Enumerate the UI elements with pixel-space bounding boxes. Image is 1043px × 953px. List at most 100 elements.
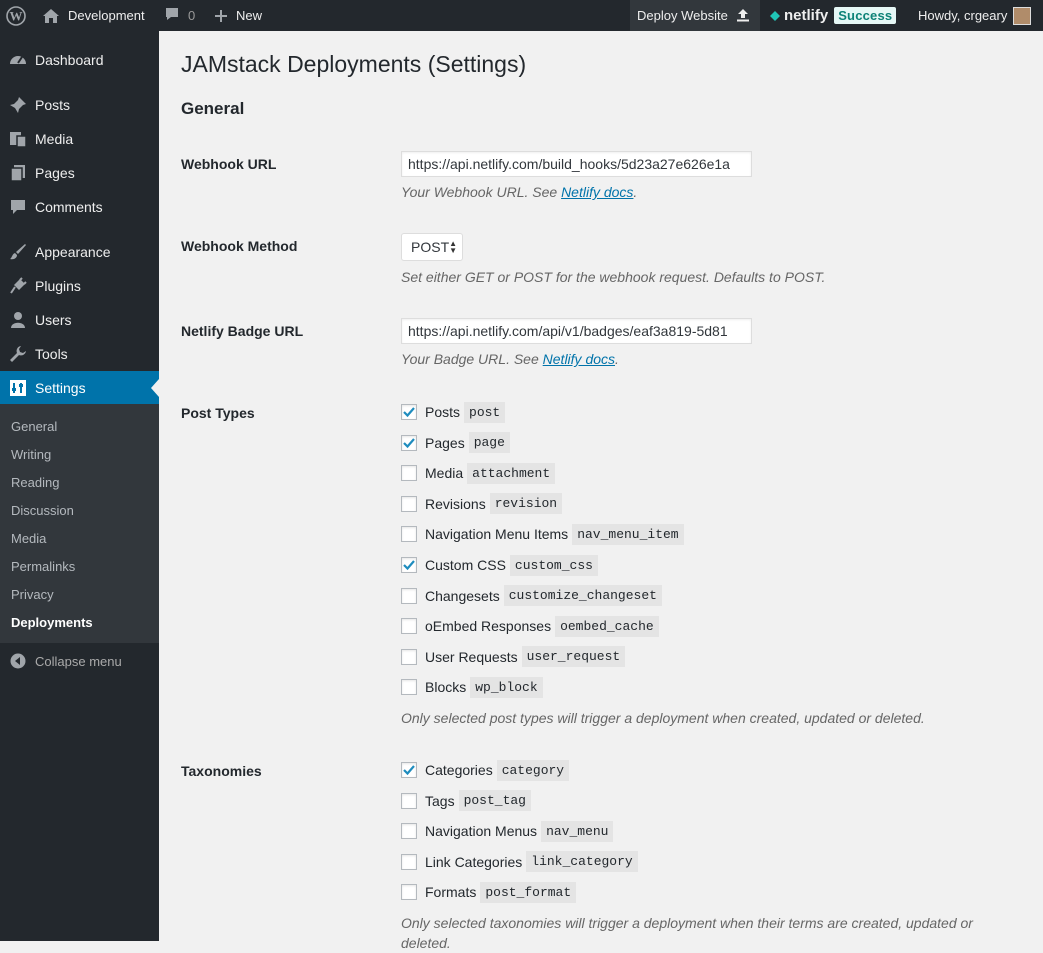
pin-icon [0,96,35,114]
post-type-slug: nav_menu_item [572,523,684,545]
netlify-docs-link[interactable]: Netlify docs [561,184,633,200]
webhook-method-select[interactable]: POST ▲ ▼ [401,233,463,261]
post-type-label: Navigation Menu Items [425,526,569,543]
badge-url-input[interactable]: https://api.netlify.com/api/v1/badges/ea… [401,318,752,344]
sidebar-item-label: Settings [35,380,86,396]
post-type-checkbox-row[interactable]: Custom CSS custom_css [401,554,598,576]
dashboard-icon [0,51,35,69]
sidebar-item-appearance[interactable]: Appearance [0,235,159,269]
sidebar-item-label: Dashboard [35,52,104,68]
sidebar-item-media[interactable]: Media [0,122,159,156]
sidebar-item-plugins[interactable]: Plugins [0,269,159,303]
post-type-checkbox[interactable] [401,648,417,665]
site-name-link[interactable]: Development [42,0,145,31]
taxonomy-slug: post_tag [458,790,531,812]
sidebar-item-label: Plugins [35,278,81,294]
sidebar-item-pages[interactable]: Pages [0,156,159,190]
webhook-method-label: Webhook Method [181,238,298,254]
post-type-slug: user_request [521,646,626,668]
user-account-menu[interactable]: Howdy, crgeary [918,0,1032,31]
submenu-item-privacy[interactable]: Privacy [11,587,54,602]
new-content-link[interactable]: New [214,0,262,31]
collapse-menu-button[interactable]: Collapse menu [0,651,122,671]
settings-submenu: General Writing Reading Discussion Media… [0,404,159,643]
taxonomy-checkbox-row[interactable]: Tags post_tag [401,790,531,812]
taxonomy-label: Tags [425,792,455,809]
checkmark-icon [403,407,415,418]
post-type-slug: customize_changeset [503,585,662,607]
post-type-checkbox-row[interactable]: User Requests user_request [401,646,626,668]
sidebar-item-comments[interactable]: Comments [0,190,159,224]
post-type-label: Posts [425,404,461,420]
webhook-url-desc-text: Your Webhook URL. See [401,184,562,200]
post-type-slug: page [468,432,510,454]
post-type-checkbox[interactable] [401,587,417,604]
collapse-arrow-icon [0,653,35,669]
post-type-slug: wp_block [470,676,543,698]
netlify-status[interactable]: netlify Success [770,0,897,31]
taxonomy-checkbox-row[interactable]: Navigation Menus nav_menu [401,820,614,842]
post-type-checkbox[interactable] [401,404,417,420]
post-type-slug: revision [489,493,563,515]
taxonomy-checkbox-row[interactable]: Categories category [401,759,570,781]
post-type-checkbox[interactable] [401,495,417,512]
wordpress-logo-icon[interactable]: W [0,0,32,31]
post-type-checkbox-row[interactable]: Posts post [401,401,506,423]
upload-icon [736,9,749,22]
deploy-website-button[interactable]: Deploy Website [630,0,760,31]
post-type-label: Revisions [425,495,486,512]
taxonomy-checkbox[interactable] [401,792,417,809]
taxonomy-slug: link_category [526,851,638,873]
sidebar-item-dashboard[interactable]: Dashboard [0,43,159,77]
taxonomy-checkbox-row[interactable]: Formats post_format [401,881,577,903]
submenu-item-media[interactable]: Media [11,531,46,546]
sidebar-item-users[interactable]: Users [0,303,159,337]
taxonomy-checkbox-row[interactable]: Link Categories link_category [401,851,638,873]
post-type-checkbox-row[interactable]: Pages page [401,432,510,454]
post-type-checkbox-row[interactable]: oEmbed Responses oembed_cache [401,615,659,637]
post-type-label: User Requests [425,648,518,665]
submenu-item-reading[interactable]: Reading [11,475,59,490]
post-type-checkbox[interactable] [401,679,417,696]
comments-link[interactable]: 0 [164,0,195,31]
post-type-checkbox[interactable] [401,618,417,635]
taxonomy-checkbox[interactable] [401,853,417,870]
post-type-checkbox-row[interactable]: Media attachment [401,462,556,484]
brush-icon [0,243,35,261]
comment-bubble-icon [164,6,180,25]
submenu-item-writing[interactable]: Writing [11,447,51,462]
taxonomy-checkbox[interactable] [401,823,417,840]
post-type-checkbox-row[interactable]: Navigation Menu Items nav_menu_item [401,523,684,545]
sidebar-item-posts[interactable]: Posts [0,88,159,122]
sidebar-item-settings[interactable]: Settings [0,371,159,405]
sidebar-item-label: Appearance [35,244,111,260]
submenu-item-general[interactable]: General [11,419,57,434]
webhook-url-label: Webhook URL [181,156,277,172]
post-type-checkbox[interactable] [401,526,417,543]
webhook-url-input[interactable]: https://api.netlify.com/build_hooks/5d23… [401,151,752,177]
post-type-checkbox-row[interactable]: Changesets customize_changeset [401,585,662,607]
netlify-docs-link[interactable]: Netlify docs [543,351,615,367]
post-type-checkbox[interactable] [401,557,417,573]
post-type-checkbox-row[interactable]: Blocks wp_block [401,676,543,698]
site-name-label: Development [68,8,145,23]
post-type-checkbox[interactable] [401,465,417,482]
badge-url-desc-text: Your Badge URL. See [401,351,543,367]
comment-icon [0,198,35,216]
collapse-menu-label: Collapse menu [35,653,122,669]
submenu-item-deployments[interactable]: Deployments [11,615,93,630]
post-type-label: oEmbed Responses [425,618,552,635]
deploy-label: Deploy Website [637,8,728,23]
deploy-status-badge: Success [834,7,897,24]
sidebar-item-tools[interactable]: Tools [0,337,159,371]
taxonomy-slug: category [496,759,570,781]
post-type-label: Changesets [425,587,500,604]
taxonomy-checkbox[interactable] [401,762,417,778]
submenu-item-permalinks[interactable]: Permalinks [11,559,75,574]
wrench-icon [0,345,35,363]
post-type-checkbox[interactable] [401,434,417,451]
webhook-method-description: Set either GET or POST for the webhook r… [401,269,826,285]
post-type-checkbox-row[interactable]: Revisions revision [401,493,563,515]
taxonomy-checkbox[interactable] [401,884,417,901]
submenu-item-discussion[interactable]: Discussion [11,503,74,518]
